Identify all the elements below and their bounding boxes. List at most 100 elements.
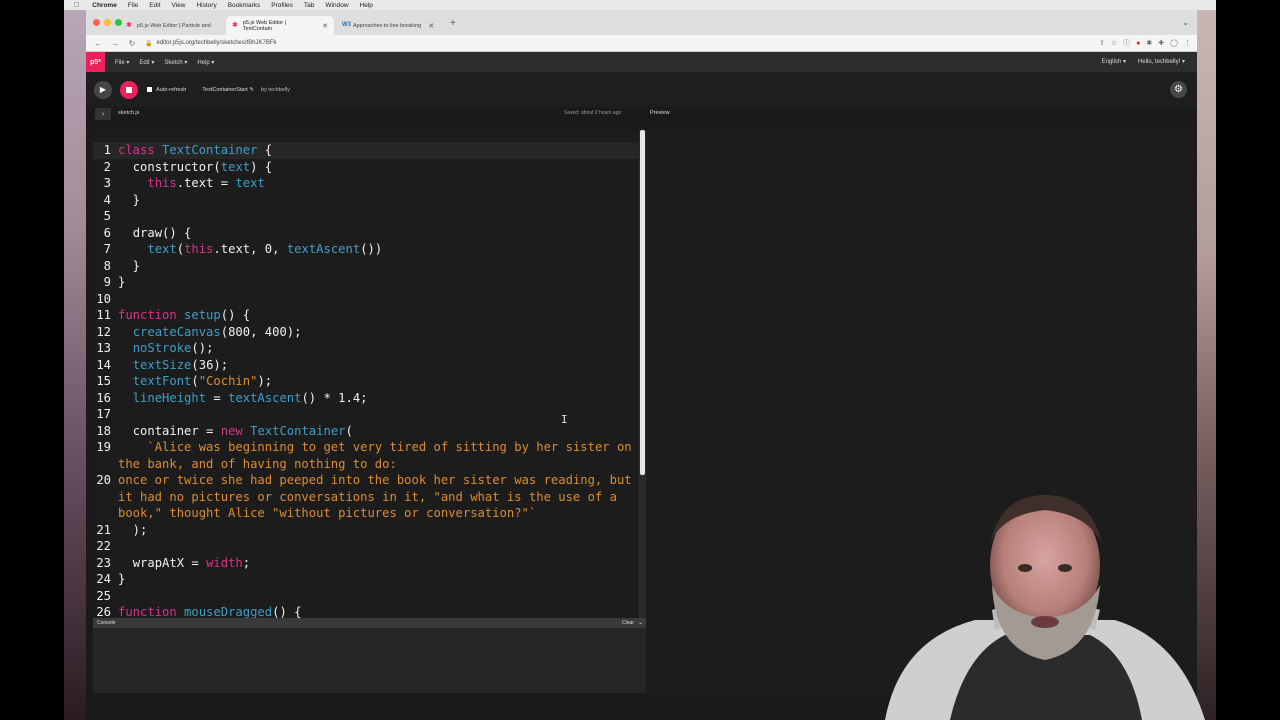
auto-refresh-checkbox[interactable] bbox=[147, 87, 152, 92]
code-text: } bbox=[118, 275, 126, 289]
p5-menu-file[interactable]: File ▾ bbox=[115, 59, 129, 66]
line-number: 20 bbox=[96, 473, 111, 487]
tab-line-breaking[interactable]: W3 Approaches to line breaking ✕ bbox=[336, 16, 446, 35]
code-editor[interactable]: 1 class TextContainer {2 constructor(text… bbox=[93, 130, 646, 618]
line-number: 16 bbox=[96, 390, 111, 405]
p5-nav-right: English ▾ Hello, techbelly! ▾ bbox=[1090, 58, 1185, 65]
apple-icon[interactable]:  bbox=[74, 2, 79, 9]
code-text: noStroke(); bbox=[132, 341, 214, 355]
line-number: 5 bbox=[103, 209, 111, 223]
line-number: 3 bbox=[103, 176, 111, 190]
settings-button[interactable]: ⚙ bbox=[1170, 81, 1187, 98]
extension-red-icon[interactable]: ● bbox=[1136, 40, 1140, 47]
auto-refresh-toggle[interactable]: Auto-refresh bbox=[147, 87, 186, 93]
back-icon[interactable]: ← bbox=[93, 39, 103, 48]
code-text: } bbox=[118, 192, 141, 207]
lock-icon: 🔒 bbox=[145, 40, 153, 47]
console-header: Console Clear ⌄ bbox=[93, 618, 646, 628]
code-text: this.text = text bbox=[147, 176, 265, 190]
menu-tab[interactable]: Tab bbox=[304, 2, 314, 9]
console-clear-button[interactable]: Clear bbox=[622, 620, 634, 626]
tab-p5-textcontainer[interactable]: ✱ p5.js Web Editor | TextContain ✕ bbox=[226, 16, 334, 35]
more-options-icon[interactable]: ⋮ bbox=[1184, 39, 1191, 47]
code-text: textSize(36); bbox=[132, 357, 229, 372]
tab-p5-particle[interactable]: ✱ p5.js Web Editor | Particle and bbox=[120, 16, 226, 35]
line-number: 23 bbox=[96, 555, 111, 570]
bookmark-star-icon[interactable]: ☆ bbox=[1111, 39, 1117, 47]
stop-button[interactable] bbox=[120, 80, 138, 99]
tab-strip: ✱ p5.js Web Editor | Particle and ✱ p5.j… bbox=[86, 10, 1197, 35]
p5-menu-help[interactable]: Help ▾ bbox=[197, 59, 214, 66]
sketch-name[interactable]: TextContainerStart ✎ bbox=[202, 87, 254, 93]
address-bar[interactable]: 🔒 editor.p5js.org/techbelly/sketches/tBh… bbox=[145, 40, 277, 47]
webcam-presenter bbox=[885, 495, 1205, 720]
line-number: 14 bbox=[96, 357, 111, 372]
menu-bookmarks[interactable]: Bookmarks bbox=[228, 2, 261, 9]
code-line[interactable]: 1 class TextContainer { bbox=[93, 142, 646, 159]
code-text: wrapAtX = width; bbox=[132, 555, 251, 570]
menu-history[interactable]: History bbox=[196, 2, 216, 9]
file-bar: › sketch.js Saved: about 2 hours ago Pre… bbox=[86, 107, 1197, 121]
chevron-down-icon[interactable]: ⌄ bbox=[638, 619, 643, 626]
extension-icon[interactable]: ✱ bbox=[1146, 39, 1152, 47]
p5-menu-sketch[interactable]: Sketch ▾ bbox=[164, 59, 187, 66]
line-number: 7 bbox=[103, 242, 111, 256]
info-icon[interactable]: ⓘ bbox=[1123, 38, 1130, 48]
line-number: 19 bbox=[96, 440, 111, 454]
auto-refresh-label: Auto-refresh bbox=[156, 86, 187, 93]
minimize-window-icon[interactable] bbox=[104, 19, 111, 26]
code-text: text(this.text, 0, textAscent()) bbox=[147, 242, 383, 256]
play-button[interactable]: ▶ bbox=[94, 80, 112, 99]
menu-help[interactable]: Help bbox=[360, 2, 373, 9]
toolbar-actions: ⇧ ☆ ⓘ ● ✱ ✚ ◯ ⋮ bbox=[1093, 38, 1191, 48]
code-text: book," thought Alice "without pictures o… bbox=[118, 506, 537, 520]
new-tab-icon[interactable]: + bbox=[450, 18, 456, 29]
line-number: 6 bbox=[103, 225, 111, 240]
menu-profiles[interactable]: Profiles bbox=[271, 2, 293, 9]
code-text: textFont("Cochin"); bbox=[132, 374, 273, 388]
code-text: once or twice she had peeped into the bo… bbox=[118, 473, 632, 487]
p5-toolbar: ▶ Auto-refresh TextContainerStart ✎ by t… bbox=[86, 72, 1197, 107]
line-number: 1 bbox=[103, 143, 111, 157]
tab-label: p5.js Web Editor | TextContain bbox=[242, 19, 287, 32]
user-menu[interactable]: Hello, techbelly! ▾ bbox=[1138, 58, 1185, 65]
menu-window[interactable]: Window bbox=[325, 2, 348, 9]
editor-scrollbar[interactable] bbox=[639, 130, 646, 618]
code-text: function setup() { bbox=[118, 308, 251, 322]
line-number: 11 bbox=[96, 308, 111, 322]
menu-chrome[interactable]: Chrome bbox=[92, 2, 117, 9]
line-number: 17 bbox=[96, 407, 111, 421]
profile-avatar-icon[interactable]: ◯ bbox=[1170, 39, 1178, 47]
line-number: 12 bbox=[96, 324, 111, 339]
scrollbar-thumb[interactable] bbox=[640, 130, 645, 475]
reload-icon[interactable]: ↻ bbox=[127, 39, 137, 48]
line-number: 22 bbox=[96, 539, 111, 553]
line-number: 26 bbox=[96, 605, 111, 618]
share-icon[interactable]: ⇧ bbox=[1099, 39, 1105, 47]
code-text: ); bbox=[118, 522, 148, 537]
code-text: `Alice was beginning to get very tired o… bbox=[147, 440, 632, 454]
line-number: 9 bbox=[103, 275, 111, 289]
browser-toolbar: ← → ↻ 🔒 editor.p5js.org/techbelly/sketch… bbox=[86, 35, 1197, 52]
mac-menubar:  Chrome File Edit View History Bookmark… bbox=[64, 0, 1216, 10]
close-tab-icon[interactable]: ✕ bbox=[322, 22, 328, 30]
tab-label: p5.js Web Editor | Particle and bbox=[137, 22, 211, 29]
puzzle-extensions-icon[interactable]: ✚ bbox=[1158, 39, 1164, 47]
menu-view[interactable]: View bbox=[172, 2, 186, 9]
p5-logo[interactable]: p5* bbox=[86, 52, 105, 72]
sidebar-toggle-button[interactable]: › bbox=[95, 108, 111, 120]
line-number: 21 bbox=[96, 522, 111, 537]
saved-status: Saved: about 2 hours ago bbox=[564, 110, 622, 116]
console-title: Console bbox=[97, 620, 116, 626]
forward-icon[interactable]: → bbox=[110, 39, 120, 48]
code-text: constructor(text) { bbox=[132, 159, 273, 174]
close-window-icon[interactable] bbox=[93, 19, 100, 26]
p5-menu-edit[interactable]: Edit ▾ bbox=[139, 59, 154, 66]
p5-star-icon: ✱ bbox=[232, 22, 238, 29]
tab-search-chevron-icon[interactable]: ⌄ bbox=[1182, 18, 1189, 27]
menu-edit[interactable]: Edit bbox=[149, 2, 160, 9]
stop-icon bbox=[126, 86, 132, 93]
close-tab-icon[interactable]: ✕ bbox=[428, 22, 434, 30]
menu-file[interactable]: File bbox=[128, 2, 138, 9]
language-select[interactable]: English ▾ bbox=[1102, 58, 1126, 65]
